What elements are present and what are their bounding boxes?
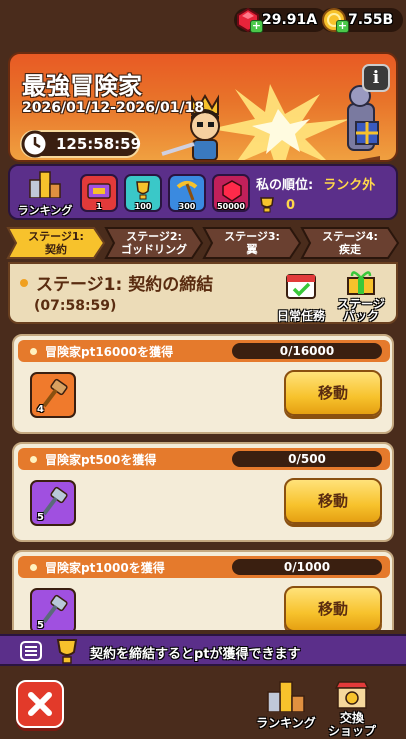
quest-progress: 0/16000 [232,343,382,359]
gift-box-icon [347,271,375,295]
exchange-shop-button[interactable]: 交換 ショップ [318,680,386,738]
event-date-range: 2026/01/12-2026/01/18 [22,100,205,116]
reward-item[interactable]: 5 [30,480,76,526]
list-icon[interactable] [20,641,42,661]
clock-icon [21,130,49,158]
stage-time: (07:58:59) [34,298,117,314]
trophy-icon [260,197,274,213]
event-title: 最強冒険家 [22,72,142,100]
quest-progress: 0/500 [232,451,382,467]
tab-stage-2[interactable]: ステージ2: ゴッドリング [104,226,204,260]
quest-title: 冒険家pt500を獲得 [45,452,157,467]
tab-stage-4[interactable]: ステージ4: 疾走 [300,226,400,260]
my-points-value: 0 [286,197,296,213]
quest-title: 冒険家pt1000を獲得 [45,560,165,575]
trophy-icon [136,181,150,200]
trophy-icon [56,639,78,664]
bullet-icon [30,347,37,355]
move-button[interactable]: 移動 [284,478,382,524]
ranking-nav-label: ランキング [256,716,316,730]
reward-ticket[interactable]: 1 [80,174,118,212]
quest-title: 冒険家pt16000を獲得 [45,344,174,359]
my-rank-value: ランク外 [323,178,376,193]
close-icon [28,692,52,716]
bullet-icon [20,278,28,287]
daily-mission-label: 日常任務 [276,309,325,323]
notice-bar: 契約を締結するとptが獲得できます [0,634,406,666]
quest-card: 冒険家pt16000を獲得 0/16000 4 移動 [12,334,394,434]
my-rank: 私の順位: ランク外 [256,174,375,193]
ranking-button-label: ランキング [17,204,73,217]
my-points: 0 [256,196,295,214]
my-rank-label: 私の順位: [256,178,314,193]
event-banner: 最強冒険家 2026/01/12-2026/01/18 125:58:59 i [8,52,398,162]
daily-mission-button[interactable]: 日常任務 [270,268,332,324]
ticket-icon [87,183,111,199]
add-coins-icon[interactable]: + [336,20,349,33]
podium-icon [29,171,61,198]
stage-pack-label: ステージ パック [337,297,385,323]
event-timer: 125:58:59 [20,130,142,158]
info-button[interactable]: i [362,64,390,92]
ranking-nav-button[interactable]: ランキング [252,680,320,738]
reward-item[interactable]: 5 [30,588,76,630]
ranking-button[interactable]: ランキング [14,168,76,218]
tab-stage-1[interactable]: ステージ1: 契約 [6,226,106,260]
ranking-panel: ランキング 1 100 300 50000 私の順位: ランク外 0 [8,164,398,220]
ruby-icon [222,180,242,202]
stage-tabs: ステージ1: 契約 ステージ2: ゴッドリング ステージ3: 翼 ステージ4: 疾走 [6,226,400,262]
quest-card: 冒険家pt500を獲得 0/500 5 移動 [12,442,394,542]
reward-item[interactable]: 4 [30,372,76,418]
top-bar: + 29.91A + 7.55B [0,0,406,48]
stage-pack-button[interactable]: ステージ パック [330,268,392,324]
reward-trophy[interactable]: 100 [124,174,162,212]
move-button[interactable]: 移動 [284,370,382,416]
stage-title: ステージ1: 契約の締結 [20,270,213,295]
reward-ruby[interactable]: 50000 [212,174,250,212]
gem-currency[interactable]: + 29.91A [234,6,328,34]
tab-stage-3[interactable]: ステージ3: 翼 [202,226,302,260]
quest-card: 冒険家pt1000を獲得 0/1000 5 移動 [12,550,394,630]
reward-pickaxe[interactable]: 300 [168,174,206,212]
bullet-icon [30,455,37,463]
bullet-icon [30,563,37,571]
coin-currency[interactable]: + 7.55B [320,6,404,34]
calendar-check-icon [286,274,316,299]
shop-icon [334,681,370,709]
close-button[interactable] [16,680,64,728]
pickaxe-icon [176,181,198,201]
add-gems-icon[interactable]: + [250,20,263,33]
exchange-shop-label: 交換 ショップ [327,711,376,738]
stage-panel: ステージ1: 契約の締結 (07:58:59) 日常任務 ステージ パック [8,262,398,324]
timer-value: 125:58:59 [56,135,142,153]
podium-icon [267,681,305,712]
quest-list[interactable]: 冒険家pt16000を獲得 0/16000 4 移動 冒険家pt500を獲得 0… [0,328,406,630]
move-button[interactable]: 移動 [284,586,382,630]
notice-text: 契約を締結するとptが獲得できます [90,647,301,662]
quest-progress: 0/1000 [232,559,382,575]
